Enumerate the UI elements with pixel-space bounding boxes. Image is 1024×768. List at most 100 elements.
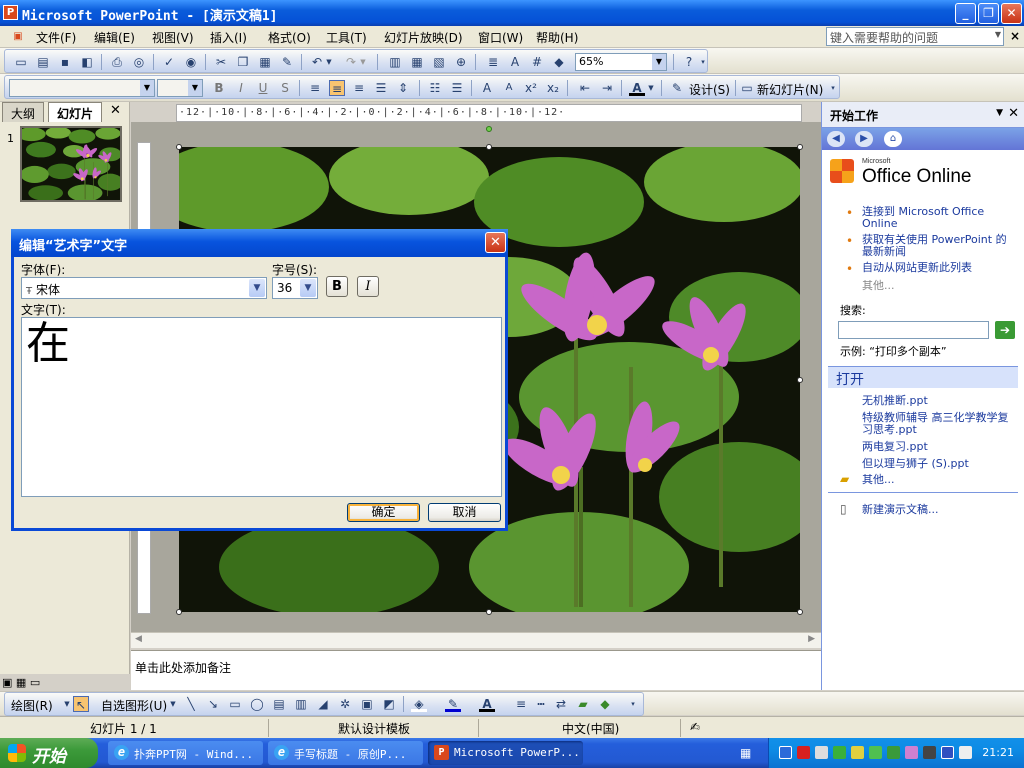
align-right-icon[interactable]: ≡: [351, 80, 367, 96]
powerpoint-icon[interactable]: P: [3, 5, 18, 20]
menu-window[interactable]: 窗口(W): [478, 29, 523, 46]
tray-icon[interactable]: [833, 746, 846, 759]
dialog-close-button[interactable]: ✕: [485, 232, 506, 253]
title-bar[interactable]: P Microsoft PowerPoint - [演示文稿1] _ ❐ ✕: [0, 0, 1024, 26]
save-icon[interactable]: ▪: [57, 54, 73, 70]
size-select[interactable]: 36 ▼: [272, 277, 318, 299]
start-button[interactable]: 开始: [0, 738, 98, 768]
resize-handle-top-right[interactable]: [797, 144, 803, 150]
back-icon[interactable]: ◀: [827, 131, 845, 147]
vertical-textbox-icon[interactable]: ▥: [293, 696, 309, 712]
3d-style-icon[interactable]: ◆: [597, 696, 613, 712]
chevron-down-icon[interactable]: ▼: [325, 54, 333, 70]
tray-icon[interactable]: [779, 746, 792, 759]
recent-file-2[interactable]: 特级教师辅导 高三化学教学复习思考.ppt: [862, 412, 1017, 436]
restore-button[interactable]: ❐: [978, 3, 999, 24]
new-presentation-link[interactable]: 新建演示文稿...: [862, 504, 939, 516]
new-slide-icon[interactable]: ▭: [739, 80, 755, 96]
align-left-icon[interactable]: ≡: [307, 80, 323, 96]
ok-button[interactable]: 确定: [347, 503, 420, 522]
line-color-icon[interactable]: ✎: [445, 696, 461, 712]
antivirus-icon[interactable]: [797, 746, 810, 759]
chevron-down-icon[interactable]: ▼: [188, 80, 202, 96]
font-size-select[interactable]: ▼: [157, 79, 203, 97]
chevron-down-icon[interactable]: ▼: [300, 279, 316, 297]
forward-icon[interactable]: ▶: [855, 131, 873, 147]
home-icon[interactable]: ⌂: [884, 131, 902, 147]
decrease-indent-icon[interactable]: ⇤: [577, 80, 593, 96]
chevron-down-icon[interactable]: ▼: [359, 54, 367, 70]
decrease-font-icon[interactable]: A: [501, 80, 517, 96]
menu-view[interactable]: 视图(V): [152, 29, 194, 46]
tray-icon[interactable]: [905, 746, 918, 759]
resize-handle-top-left[interactable]: [176, 144, 182, 150]
spelling-icon[interactable]: ✓: [161, 54, 177, 70]
resize-handle-bottom[interactable]: [486, 609, 492, 615]
subscript-icon[interactable]: x₂: [545, 80, 561, 96]
wordart-text-input[interactable]: 在: [21, 317, 502, 497]
recent-file-1[interactable]: 无机推断.ppt: [862, 395, 1017, 407]
expand-all-icon[interactable]: ≣: [485, 54, 501, 70]
diagram-icon[interactable]: ✲: [337, 696, 353, 712]
menu-edit[interactable]: 编辑(E): [94, 29, 135, 46]
resize-handle-bottom-left[interactable]: [176, 609, 182, 615]
menu-help[interactable]: 帮助(H): [536, 29, 578, 46]
paste-icon[interactable]: ▦: [257, 54, 273, 70]
search-go-button[interactable]: ➔: [995, 321, 1015, 339]
draw-menu-button[interactable]: 绘图(R): [11, 697, 53, 714]
spelling-status-icon[interactable]: ✍: [690, 720, 700, 734]
network-icon[interactable]: [941, 746, 954, 759]
textbox-icon[interactable]: ▤: [271, 696, 287, 712]
justify-icon[interactable]: ☰: [373, 80, 389, 96]
tab-slides[interactable]: 幻灯片: [48, 102, 103, 122]
arrow-style-icon[interactable]: ⇄: [553, 696, 569, 712]
chevron-down-icon[interactable]: ▼: [995, 30, 1001, 39]
link-auto-update[interactable]: 自动从网站更新此列表: [862, 262, 1012, 274]
volume-icon[interactable]: [959, 746, 972, 759]
tray-icon[interactable]: [923, 746, 936, 759]
design-button[interactable]: 设计(S): [689, 81, 730, 98]
resize-handle-bottom-right[interactable]: [797, 609, 803, 615]
notes-pane[interactable]: 单击此处添加备注: [131, 650, 821, 690]
close-button[interactable]: ✕: [1001, 3, 1022, 24]
design-icon[interactable]: ✎: [669, 80, 685, 96]
taskbar-item-browser-2[interactable]: e 手写标题 - 原创P...: [268, 741, 423, 765]
chevron-down-icon[interactable]: ▼: [140, 80, 154, 96]
print-icon[interactable]: ⎙: [109, 54, 125, 70]
resize-handle-top[interactable]: [486, 144, 492, 150]
insert-chart-icon[interactable]: ▥: [387, 54, 403, 70]
chevron-down-icon[interactable]: ▼: [249, 279, 265, 297]
new-slide-button[interactable]: 新幻灯片(N): [757, 81, 823, 98]
hyperlink-icon[interactable]: ⊕: [453, 54, 469, 70]
font-select[interactable]: ▼: [9, 79, 155, 97]
new-file-icon[interactable]: ▭: [13, 54, 29, 70]
scroll-left-icon[interactable]: ◀: [135, 634, 142, 644]
line-spacing-icon[interactable]: ⇕: [395, 80, 411, 96]
grid-icon[interactable]: #: [529, 54, 545, 70]
horizontal-scrollbar[interactable]: ◀ ▶: [131, 632, 821, 648]
dialog-title-bar[interactable]: 编辑“艺术字”文字 ✕: [11, 229, 508, 257]
increase-indent-icon[interactable]: ⇥: [599, 80, 615, 96]
print-preview-icon[interactable]: ◎: [131, 54, 147, 70]
bold-icon[interactable]: B: [211, 80, 227, 96]
bold-button[interactable]: B: [326, 276, 348, 297]
toolbar-options-icon[interactable]: ▾: [629, 696, 637, 712]
taskbar-item-powerpoint[interactable]: P Microsoft PowerP...: [428, 741, 583, 765]
toolbar-options-icon[interactable]: ▾: [829, 80, 837, 96]
underline-icon[interactable]: U: [255, 80, 271, 96]
tray-icon[interactable]: [851, 746, 864, 759]
fill-color-icon[interactable]: ◈: [411, 696, 427, 712]
italic-button[interactable]: I: [357, 276, 379, 297]
autoshapes-button[interactable]: 自选图形(U): [101, 697, 167, 714]
resize-handle-right[interactable]: [797, 377, 803, 383]
font-color-icon[interactable]: A: [629, 80, 645, 96]
numbering-icon[interactable]: ☷: [427, 80, 443, 96]
document-icon[interactable]: ▣: [10, 29, 26, 45]
help-icon[interactable]: ?: [681, 54, 697, 70]
cut-icon[interactable]: ✂: [213, 54, 229, 70]
toolbar-options-icon[interactable]: ▾: [699, 54, 707, 70]
open-folder-icon[interactable]: ▤: [35, 54, 51, 70]
italic-icon[interactable]: I: [233, 80, 249, 96]
office-online-logo[interactable]: Microsoft Office Online: [830, 157, 1020, 191]
recent-file-4[interactable]: 但以理与狮子 (S).ppt: [862, 458, 1017, 470]
